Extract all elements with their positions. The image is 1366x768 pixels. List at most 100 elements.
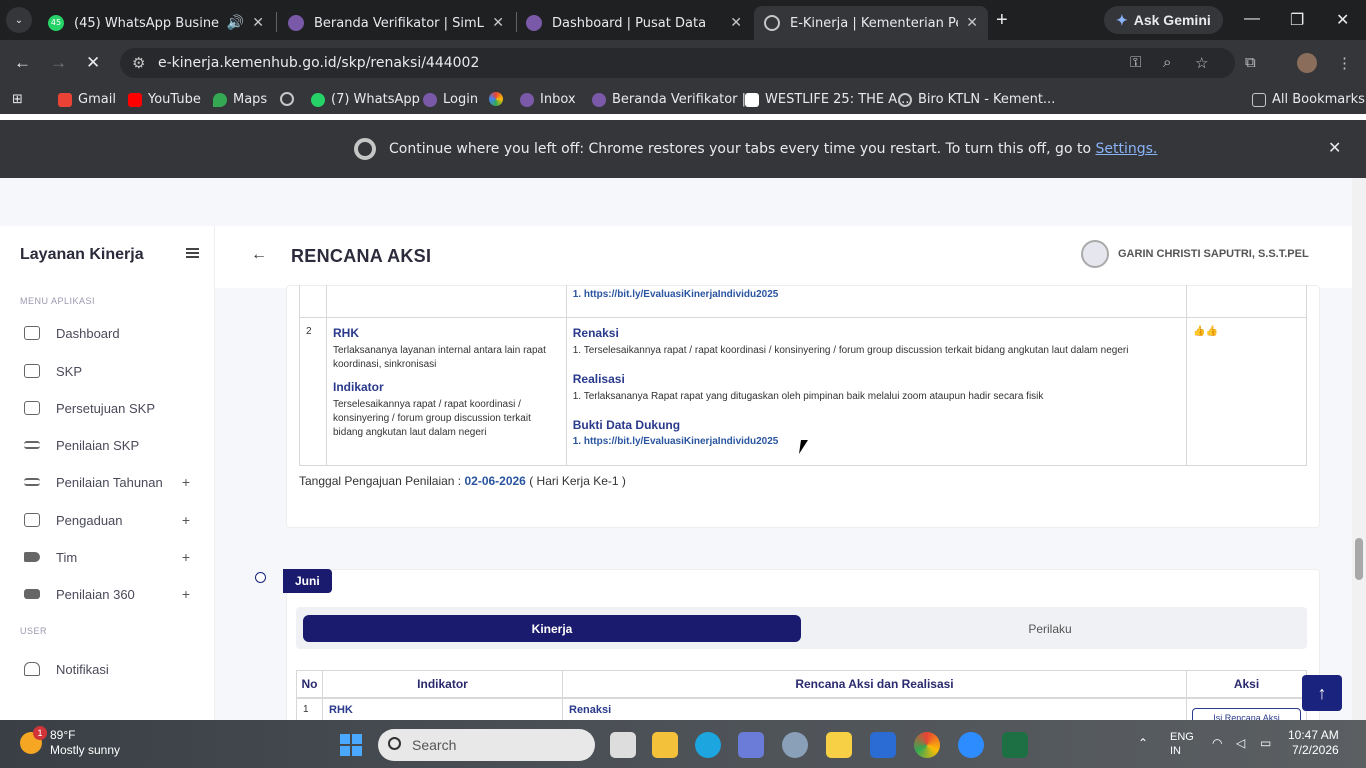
profile-avatar[interactable] — [1297, 53, 1317, 73]
scroll-to-top-button[interactable]: ↑ — [1302, 675, 1342, 711]
scrollbar-thumb[interactable] — [1355, 538, 1363, 580]
close-infobar-icon[interactable]: ✕ — [1328, 138, 1341, 157]
close-window-button[interactable]: ✕ — [1336, 10, 1349, 30]
apps-grid-icon[interactable]: ⊞ — [12, 92, 23, 107]
minimize-button[interactable]: — — [1244, 10, 1260, 28]
tab-kinerja[interactable]: Kinerja — [303, 615, 801, 642]
bookmark-youtube[interactable]: YouTube — [128, 92, 201, 107]
chrome-icon — [354, 138, 376, 160]
renaksi-heading: Renaksi — [562, 698, 1187, 720]
back-arrow-icon[interactable]: ← — [251, 246, 267, 264]
sidebar-item-dashboard[interactable]: Dashboard — [24, 322, 194, 344]
settings-link[interactable]: Settings. — [1095, 141, 1157, 157]
globe-icon[interactable] — [280, 92, 294, 106]
site-icon — [423, 92, 437, 107]
sidebar-item-notifikasi[interactable]: Notifikasi — [24, 658, 194, 680]
language-indicator[interactable]: ENG IN — [1170, 730, 1194, 758]
bookmark-maps[interactable]: Maps — [213, 92, 267, 107]
task-view-icon[interactable] — [610, 732, 636, 758]
zoom-icon[interactable] — [958, 732, 984, 758]
sidebar-item-tim[interactable]: Tim + — [24, 546, 194, 568]
tab-ekinerja[interactable]: E-Kinerja | Kementerian Perhub ✕ — [754, 6, 988, 40]
user-name[interactable]: GARIN CHRISTI SAPUTRI, S.S.T.PEL — [1118, 248, 1309, 260]
close-tab-icon[interactable]: ✕ — [730, 15, 742, 31]
photos-icon[interactable] — [489, 92, 503, 106]
sidebar-item-penilaian-360[interactable]: Penilaian 360 + — [24, 583, 194, 605]
tab-simlala[interactable]: Beranda Verifikator | SimLala ✕ — [278, 6, 514, 40]
row-number: 1 — [296, 698, 323, 720]
bukti-link[interactable]: 1. https://bit.ly/EvaluasiKinerjaIndivid… — [573, 289, 779, 300]
wifi-icon[interactable]: ◠ — [1212, 736, 1222, 750]
speaker-icon[interactable]: 🔊 — [227, 15, 244, 31]
tab-whatsapp[interactable]: 45 (45) WhatsApp Business 🔊 ✕ — [38, 6, 274, 40]
rhk-heading: RHK — [332, 325, 359, 340]
close-tab-icon[interactable]: ✕ — [252, 15, 264, 31]
notification-badge: 1 — [33, 726, 47, 740]
file-explorer-icon[interactable] — [652, 732, 678, 758]
bookmark-whatsapp[interactable]: (7) WhatsApp — [311, 92, 420, 107]
bookmark-login[interactable]: Login — [423, 92, 478, 107]
edge-icon[interactable] — [695, 732, 721, 758]
bookmark-verifikator[interactable]: Beranda Verifikator |... — [592, 92, 758, 107]
excel-icon[interactable] — [1002, 732, 1028, 758]
bookmark-inbox[interactable]: Inbox — [520, 92, 576, 107]
stop-loading-icon[interactable]: ✕ — [86, 53, 100, 73]
sticky-notes-icon[interactable] — [826, 732, 852, 758]
user-avatar[interactable] — [1081, 240, 1109, 268]
zoom-icon[interactable]: ⌕ — [1163, 54, 1171, 71]
chevron-up-icon[interactable]: ⌃ — [1138, 736, 1148, 750]
close-tab-icon[interactable]: ✕ — [492, 15, 504, 31]
chrome-icon[interactable] — [914, 732, 940, 758]
volume-icon[interactable]: ◁ — [1236, 736, 1245, 750]
sidebar-item-skp[interactable]: SKP — [24, 360, 194, 382]
bookmark-westlife[interactable]: WESTLIFE 25: THE A... — [745, 92, 909, 107]
clock[interactable]: 10:47 AM 7/2/2026 — [1288, 728, 1339, 758]
realisasi-heading: Realisasi — [572, 371, 625, 386]
app-icon[interactable] — [738, 732, 764, 758]
expand-plus-icon[interactable]: + — [182, 474, 190, 490]
forward-arrow-icon[interactable]: → — [50, 53, 67, 73]
ask-gemini-button[interactable]: ✦ Ask Gemini — [1104, 6, 1223, 34]
home-icon — [24, 326, 40, 340]
checkbox-icon — [24, 401, 40, 415]
weather-widget[interactable]: 1 89°F Mostly sunny — [20, 726, 120, 758]
sidebar-item-penilaian-skp[interactable]: Penilaian SKP — [24, 434, 194, 456]
windows-start-icon[interactable] — [340, 734, 362, 756]
close-tab-icon[interactable]: ✕ — [966, 15, 978, 31]
extensions-icon[interactable]: ⧉ — [1245, 54, 1256, 71]
all-bookmarks[interactable]: All Bookmarks — [1252, 92, 1365, 107]
site-info-icon[interactable]: ⚙ — [132, 54, 145, 72]
taskbar-search[interactable]: Search — [378, 729, 595, 761]
sidebar-item-pengaduan[interactable]: Pengaduan + — [24, 509, 194, 531]
bukti-link[interactable]: 1. https://bit.ly/EvaluasiKinerjaIndivid… — [573, 436, 779, 447]
sidebar-item-persetujuan-skp[interactable]: Persetujuan SKP — [24, 397, 194, 419]
url-text[interactable]: e-kinerja.kemenhub.go.id/skp/renaksi/444… — [158, 55, 479, 71]
tab-title: (45) WhatsApp Business — [74, 15, 219, 31]
expand-plus-icon[interactable]: + — [182, 549, 190, 565]
bookmark-star-icon[interactable]: ☆ — [1195, 54, 1208, 72]
isi-rencana-aksi-button[interactable]: Isi Rencana Aksi — [1192, 708, 1301, 720]
list-icon — [24, 441, 40, 449]
bookmark-gmail[interactable]: Gmail — [58, 92, 116, 107]
app-icon[interactable] — [870, 732, 896, 758]
battery-icon[interactable]: ▭ — [1260, 736, 1271, 750]
tag-icon — [24, 552, 40, 562]
tab-search-button[interactable]: ⌄ — [6, 7, 32, 33]
maximize-button[interactable]: ❐ — [1290, 10, 1304, 30]
new-tab-button[interactable]: + — [996, 9, 1008, 32]
menu-kebab-icon[interactable]: ⋮ — [1337, 54, 1352, 72]
bookmark-biro-ktln[interactable]: Biro KTLN - Kement... — [898, 92, 1055, 107]
app-icon[interactable] — [782, 732, 808, 758]
expand-plus-icon[interactable]: + — [182, 586, 190, 602]
row-number: 2 — [299, 316, 327, 466]
key-icon[interactable]: ⚿ — [1130, 54, 1141, 71]
tab-pusat-data[interactable]: Dashboard | Pusat Data ✕ — [516, 6, 752, 40]
expand-plus-icon[interactable]: + — [182, 512, 190, 528]
thumbs-up-icon: 👍👍 — [1193, 325, 1219, 337]
site-icon — [745, 92, 759, 107]
sidebar-item-penilaian-tahunan[interactable]: Penilaian Tahunan + — [24, 471, 194, 493]
page-scrollbar[interactable] — [1352, 178, 1366, 720]
hamburger-menu-icon[interactable] — [186, 248, 199, 258]
back-arrow-icon[interactable]: ← — [14, 53, 31, 73]
tab-perilaku[interactable]: Perilaku — [801, 615, 1299, 642]
